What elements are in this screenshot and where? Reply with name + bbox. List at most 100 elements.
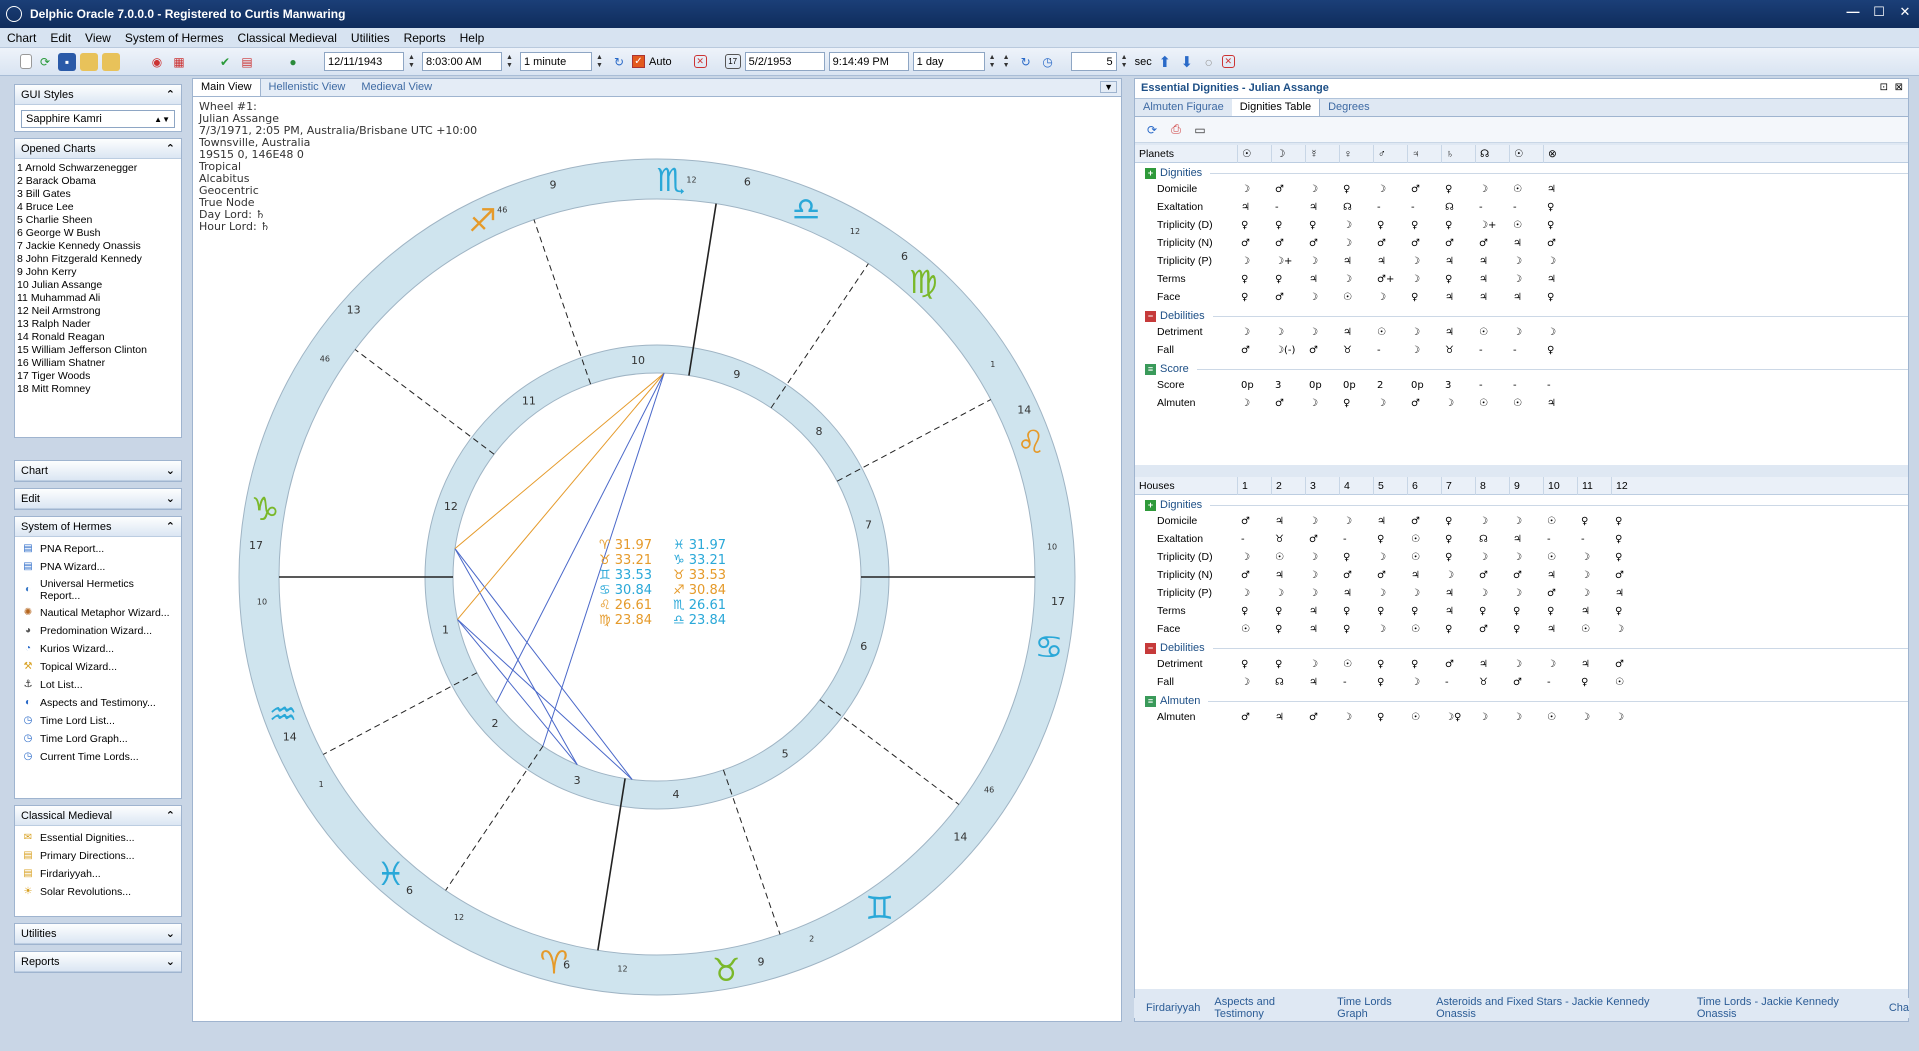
grid-column-header[interactable]: 12 bbox=[1611, 476, 1645, 495]
chart-wheel[interactable]: 123456789101112♋♌♍♎♏♐♑♒♓♈ ♉♊17101416126 12… bbox=[193, 97, 1121, 1021]
opened-chart-item[interactable]: 9 John Kerry bbox=[17, 266, 179, 279]
expand-icon[interactable]: ≡ bbox=[1145, 363, 1156, 375]
stop-2-icon[interactable]: ✕ bbox=[1221, 55, 1235, 68]
hermes-item[interactable]: ⚒ Topical Wizard... bbox=[15, 658, 181, 676]
opened-chart-item[interactable]: 11 Muhammad Ali bbox=[17, 292, 179, 305]
opened-chart-item[interactable]: 18 Mitt Romney bbox=[17, 383, 179, 396]
group-header[interactable]: + Dignities bbox=[1135, 163, 1908, 180]
end-step-select[interactable]: 1 day bbox=[912, 52, 985, 71]
grid-column-header[interactable]: ⊗ bbox=[1543, 144, 1577, 163]
opened-chart-item[interactable]: 10 Julian Assange bbox=[17, 279, 179, 292]
grid-column-header[interactable]: ☉ bbox=[1509, 144, 1543, 163]
panel-pin-icon[interactable]: ⊡ bbox=[1880, 82, 1888, 93]
grid-column-header[interactable]: 4 bbox=[1339, 476, 1373, 495]
stop-icon[interactable]: ✕ bbox=[693, 55, 707, 68]
tab-main-view[interactable]: Main View bbox=[193, 79, 261, 96]
opened-chart-item[interactable]: 8 John Fitzgerald Kennedy bbox=[17, 253, 179, 266]
opened-chart-item[interactable]: 2 Barack Obama bbox=[17, 175, 179, 188]
maximize-icon[interactable]: ☐ bbox=[1871, 4, 1887, 20]
hermes-item[interactable]: ◷ Current Time Lords... bbox=[15, 748, 181, 766]
expand-icon[interactable]: + bbox=[1145, 499, 1156, 511]
medieval-item[interactable]: ✉ Essential Dignities... bbox=[15, 829, 181, 847]
hermes-item[interactable]: ◐ Aspects and Testimony... bbox=[15, 694, 181, 712]
grid-column-header[interactable]: 2 bbox=[1271, 476, 1305, 495]
step-select[interactable]: 1 minute bbox=[520, 52, 592, 71]
end-step-spinner[interactable]: ▲ ▼ bbox=[989, 52, 999, 71]
menu-reports[interactable]: Reports bbox=[397, 31, 453, 45]
hermes-item[interactable]: ◐ Universal Hermetics Report... bbox=[15, 576, 181, 604]
animate-2-icon[interactable]: ↻ bbox=[1017, 53, 1035, 71]
folder-icon[interactable] bbox=[102, 52, 120, 71]
bottom-tab[interactable]: Cha bbox=[1889, 1002, 1909, 1014]
panel-close-icon[interactable]: ⊠ bbox=[1895, 82, 1903, 93]
grid-column-header[interactable]: 1 bbox=[1237, 476, 1271, 495]
hermes-item[interactable]: ▤ PNA Report... bbox=[15, 540, 181, 558]
start-date-input[interactable]: 12/11/1943 bbox=[324, 52, 404, 71]
tab-hellenistic-view[interactable]: Hellenistic View bbox=[261, 79, 354, 96]
expand-icon[interactable]: + bbox=[1145, 167, 1156, 179]
opened-chart-item[interactable]: 6 George W Bush bbox=[17, 227, 179, 240]
opened-chart-item[interactable]: 16 William Shatner bbox=[17, 357, 179, 370]
circle-icon[interactable]: ○ bbox=[1200, 53, 1218, 71]
splitter[interactable] bbox=[14, 444, 182, 460]
collapse-icon[interactable]: ⌃ bbox=[166, 809, 175, 822]
interval-input[interactable]: 5 bbox=[1070, 52, 1117, 71]
auto-checkbox[interactable]: ✓ bbox=[632, 55, 645, 68]
bottom-tab[interactable]: Asteroids and Fixed Stars - Jackie Kenne… bbox=[1436, 996, 1683, 1020]
grid-column-header[interactable]: ☊ bbox=[1475, 144, 1509, 163]
expand-icon[interactable]: ⌄ bbox=[166, 955, 175, 968]
calendar-17-icon[interactable]: 17 bbox=[724, 54, 741, 69]
opened-chart-item[interactable]: 17 Tiger Woods bbox=[17, 370, 179, 383]
opened-chart-item[interactable]: 15 William Jefferson Clinton bbox=[17, 344, 179, 357]
utilities-section[interactable]: Utilities ⌄ bbox=[14, 923, 182, 945]
collapse-icon[interactable]: ⌃ bbox=[166, 520, 175, 533]
step-spinner[interactable]: ▲ ▼ bbox=[596, 52, 606, 71]
open-folder-icon[interactable] bbox=[80, 52, 98, 71]
opened-chart-item[interactable]: 5 Charlie Sheen bbox=[17, 214, 179, 227]
group-header[interactable]: + Dignities bbox=[1135, 495, 1908, 512]
grid-column-header[interactable]: ♀ bbox=[1339, 144, 1373, 163]
close-icon[interactable]: ✕ bbox=[1897, 4, 1913, 20]
hermes-item[interactable]: ⚓ Lot List... bbox=[15, 676, 181, 694]
menu-system-of-hermes[interactable]: System of Hermes bbox=[118, 31, 231, 45]
collapse-icon[interactable]: − bbox=[1145, 310, 1156, 322]
menu-classical-medieval[interactable]: Classical Medieval bbox=[231, 31, 344, 45]
menu-utilities[interactable]: Utilities bbox=[344, 31, 397, 45]
edit-section[interactable]: Edit ⌄ bbox=[14, 488, 182, 510]
group-header[interactable]: − Debilities bbox=[1135, 306, 1908, 323]
clock-icon[interactable]: ◷ bbox=[1039, 53, 1057, 71]
interval-spinner[interactable]: ▲ ▼ bbox=[1121, 52, 1131, 71]
menu-chart[interactable]: Chart bbox=[0, 31, 43, 45]
refresh-icon[interactable]: ⟳ bbox=[36, 53, 54, 71]
bottom-tab[interactable]: Time Lords - Jackie Kennedy Onassis bbox=[1697, 996, 1875, 1020]
medieval-item[interactable]: ▤ Firdariyyah... bbox=[15, 865, 181, 883]
opened-chart-item[interactable]: 14 Ronald Reagan bbox=[17, 331, 179, 344]
opened-chart-item[interactable]: 1 Arnold Schwarzenegger bbox=[17, 162, 179, 175]
bottom-tab[interactable]: Firdariyyah bbox=[1146, 1002, 1200, 1014]
save-icon[interactable]: ▪ bbox=[58, 52, 76, 71]
expand-icon[interactable]: ⌄ bbox=[166, 492, 175, 505]
collapse-icon[interactable]: − bbox=[1145, 642, 1156, 654]
tab-dignities-table[interactable]: Dignities Table bbox=[1231, 99, 1321, 116]
chart-section[interactable]: Chart ⌄ bbox=[14, 460, 182, 482]
hermes-item[interactable]: ◷ Time Lord Graph... bbox=[15, 730, 181, 748]
expand-icon[interactable]: ⌄ bbox=[166, 464, 175, 477]
opened-chart-item[interactable]: 7 Jackie Kennedy Onassis bbox=[17, 240, 179, 253]
grid-column-header[interactable]: 11 bbox=[1577, 476, 1611, 495]
group-header[interactable]: ≡ Score bbox=[1135, 359, 1908, 376]
grid-column-header[interactable]: ♄ bbox=[1441, 144, 1475, 163]
grid-column-header[interactable]: 9 bbox=[1509, 476, 1543, 495]
grid-column-header[interactable]: ♃ bbox=[1407, 144, 1441, 163]
grid-column-header[interactable]: ☿ bbox=[1305, 144, 1339, 163]
calendar-icon[interactable]: ▦ bbox=[170, 53, 188, 71]
grid-column-header[interactable]: 7 bbox=[1441, 476, 1475, 495]
grid-column-header[interactable]: 6 bbox=[1407, 476, 1441, 495]
tab-almuten-figurae[interactable]: Almuten Figurae bbox=[1135, 99, 1232, 116]
panel-menu-icon[interactable]: ▼ bbox=[1100, 81, 1117, 93]
minimize-icon[interactable]: — bbox=[1845, 4, 1861, 20]
new-file-icon[interactable] bbox=[20, 54, 32, 69]
medieval-item[interactable]: ☀ Solar Revolutions... bbox=[15, 883, 181, 901]
print-icon[interactable]: ▭ bbox=[1191, 121, 1209, 139]
hermes-item[interactable]: ◷ Time Lord List... bbox=[15, 712, 181, 730]
hermes-item[interactable]: ◔ Kurios Wizard... bbox=[15, 640, 181, 658]
